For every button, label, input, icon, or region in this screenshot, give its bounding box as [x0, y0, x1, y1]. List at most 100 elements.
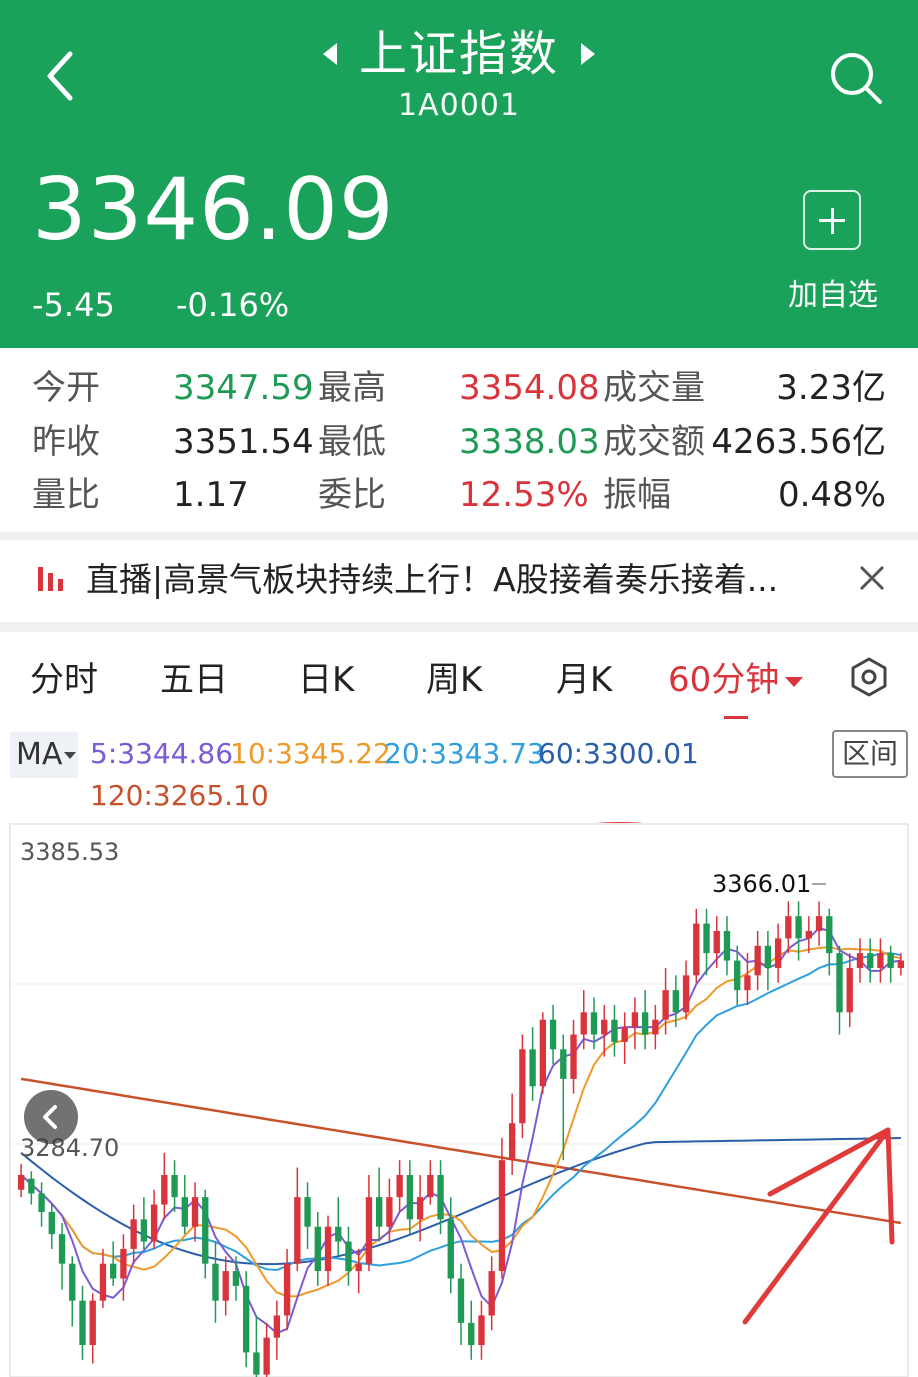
- close-icon[interactable]: [856, 562, 888, 594]
- candle-body: [69, 1263, 76, 1301]
- news-headline[interactable]: 直播|高景气板块持续上行！A股接着奏乐接着...: [86, 554, 831, 606]
- candle-body: [498, 1160, 506, 1272]
- ma-toggle[interactable]: MA: [10, 732, 78, 778]
- stat-value: 1.17: [173, 475, 249, 515]
- change-absolute: -5.45: [32, 286, 115, 324]
- candle-body: [120, 1248, 127, 1279]
- candle-body: [652, 1019, 659, 1035]
- candle-body: [273, 1315, 281, 1338]
- candle-body: [774, 938, 782, 968]
- candle-body: [764, 945, 772, 968]
- stat-label: 振幅: [603, 475, 671, 515]
- candle-body: [590, 1012, 598, 1035]
- candle-body: [232, 1271, 240, 1286]
- candle-body: [805, 930, 812, 939]
- candle-body: [897, 960, 905, 968]
- candle-body: [488, 1271, 495, 1316]
- hand-arrow-shaft: [742, 1127, 891, 1325]
- tab-five-day[interactable]: 五日: [160, 656, 228, 704]
- chevron-left-icon[interactable]: [24, 1090, 78, 1144]
- stat-value: 4263.56亿: [711, 422, 886, 462]
- candle-body: [150, 1204, 158, 1242]
- search-icon[interactable]: [828, 50, 884, 106]
- high-label: 3366.01: [712, 870, 811, 898]
- header: 上证指数 1A0001 3346.09 -5.45 -0.16% 加自选: [0, 0, 918, 348]
- candle-body: [314, 1226, 321, 1272]
- candle-body: [396, 1174, 403, 1198]
- candle-body: [734, 960, 741, 991]
- stat-value: 3351.54: [173, 422, 314, 462]
- candle-body: [815, 916, 823, 931]
- tab-60-minute-label: 60分钟: [668, 660, 780, 700]
- stat-value: 12.53%: [459, 475, 589, 515]
- ma120-value: 120:3265.10: [90, 779, 269, 812]
- range-button[interactable]: 区间: [832, 730, 908, 778]
- candle-body: [79, 1300, 86, 1346]
- stat-label: 成交额: [603, 422, 705, 462]
- candle-body: [723, 930, 731, 961]
- candle-body: [785, 916, 792, 939]
- stat-row: 昨收 3351.54 最低 3338.03 成交额 4263.56亿: [0, 416, 918, 468]
- stat-value: 3338.03: [459, 422, 600, 462]
- period-tabs: 分时 五日 日K 周K 月K 60分钟: [0, 632, 918, 723]
- live-bars-icon: [38, 567, 63, 591]
- stats-panel: 今开 3347.59 最高 3354.08 成交量 3.23亿 昨收 3351.…: [0, 348, 918, 534]
- candle-body: [355, 1263, 362, 1272]
- stat-value: 0.48%: [777, 475, 886, 515]
- candle-body: [693, 923, 700, 976]
- candle-body: [28, 1178, 35, 1194]
- candle-body: [335, 1226, 342, 1242]
- candle-body: [38, 1193, 45, 1212]
- candle-body: [202, 1197, 209, 1264]
- candle-body: [713, 930, 720, 954]
- change-percent: -0.16%: [176, 286, 290, 324]
- ma10-line: [20, 946, 902, 1298]
- tab-weekly-k[interactable]: 周K: [426, 656, 482, 704]
- candle-body: [58, 1234, 66, 1264]
- ma20-value: 20:3343.73: [384, 737, 545, 770]
- ma120-line: [20, 1077, 902, 1225]
- candle-body: [826, 916, 833, 954]
- candle-body: [447, 1219, 454, 1279]
- candle-body: [672, 990, 679, 1013]
- candle-body: [365, 1197, 373, 1264]
- candle-body: [294, 1197, 301, 1264]
- divider: [0, 532, 918, 540]
- triangle-right-icon[interactable]: [581, 43, 595, 65]
- candle-body: [416, 1197, 424, 1220]
- candle-body: [580, 1012, 587, 1035]
- kline-chart[interactable]: 3385.53 3284.70 3366.01: [0, 822, 918, 1377]
- candle-body: [406, 1174, 414, 1220]
- candle-body: [437, 1174, 444, 1220]
- candle-body: [795, 916, 802, 939]
- settings-icon[interactable]: [848, 656, 890, 698]
- stock-code: 1A0001: [398, 88, 520, 123]
- candle-body: [877, 953, 884, 968]
- tab-daily-k[interactable]: 日K: [298, 656, 354, 704]
- candle-body: [508, 1123, 516, 1161]
- candle-body: [744, 975, 751, 991]
- news-ticker[interactable]: 直播|高景气板块持续上行！A股接着奏乐接着...: [0, 540, 918, 622]
- candle-body: [17, 1174, 25, 1190]
- ma5-value: 5:3344.86: [90, 737, 234, 770]
- triangle-left-icon[interactable]: [322, 43, 337, 65]
- candle-body: [130, 1219, 137, 1249]
- tab-intraday[interactable]: 分时: [30, 656, 98, 704]
- tab-monthly-k[interactable]: 月K: [556, 656, 612, 704]
- stat-label: 昨收: [32, 422, 100, 462]
- current-price: 3346.09: [32, 160, 395, 260]
- candle-body: [539, 1019, 547, 1087]
- candle-body: [560, 1049, 567, 1079]
- candle-body: [253, 1352, 260, 1375]
- stat-value: 3.23亿: [776, 368, 886, 408]
- candle-body: [836, 953, 843, 1013]
- axis-top-label: 3385.53: [20, 838, 119, 866]
- stat-label: 最低: [318, 422, 386, 462]
- caret-down-icon: [785, 676, 804, 687]
- caret-down-icon: [64, 752, 77, 759]
- tab-60-minute[interactable]: 60分钟: [668, 656, 804, 704]
- candle-body: [887, 953, 894, 968]
- add-watchlist-button[interactable]: 加自选: [788, 270, 878, 314]
- candle-body: [519, 1049, 526, 1124]
- plus-icon[interactable]: [803, 190, 861, 250]
